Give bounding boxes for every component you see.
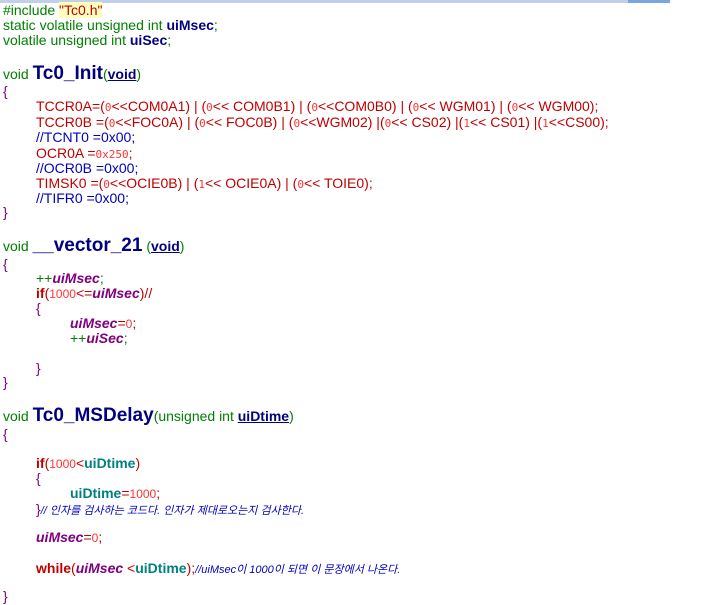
code-line-tcnt0-comment: //TCNT0 =0x00; <box>36 129 136 145</box>
code-line-brace-close: } <box>3 374 8 390</box>
code-line-brace-close: } <box>36 360 41 376</box>
code-line-brace-close: } <box>3 204 8 220</box>
code-editor[interactable]: #include "Tc0.h" static volatile unsigne… <box>0 0 720 605</box>
code-line-uisec-decl: volatile unsigned int uiSec; <box>3 32 172 48</box>
code-line-msdelay-signature: void Tc0_MSDelay(unsigned int uiDtime) <box>3 405 294 426</box>
code-line-if-1000-uimsec: if(1000<=uiMsec)// <box>36 285 153 301</box>
code-line-brace-close-comment: }// 인자를 검사하는 코드다. 인자가 제대로오는지 검사한다. <box>36 501 305 517</box>
code-line-tifr0-comment: //TIFR0 =0x00; <box>36 190 129 206</box>
code-line-brace-open: { <box>36 470 41 486</box>
code-line-tc0-init-signature: void Tc0_Init(void) <box>3 63 142 84</box>
code-line-brace-open: { <box>3 426 8 442</box>
code-line-if-1000-uidtime: if(1000<uiDtime) <box>36 455 141 471</box>
code-line-brace-open: { <box>36 300 41 316</box>
code-line-while-loop: while(uiMsec <uiDtime);//uiMsec이 1000이 되… <box>36 560 401 576</box>
code-line-brace-open: { <box>3 83 8 99</box>
code-line-vector21-signature: void __vector_21 (void) <box>3 235 185 256</box>
code-line-tccr0a: TCCR0A=(0<<COM0A1) | (0<< COM0B1) | (0<<… <box>36 98 599 114</box>
code-line-set-uidtime: uiDtime=1000; <box>70 485 161 501</box>
code-line-brace-close: } <box>3 588 8 604</box>
code-line-increment-uisec: ++uiSec; <box>70 330 128 346</box>
code-line-brace-open: { <box>3 256 8 272</box>
code-line-reset-uimsec: uiMsec=0; <box>36 529 103 545</box>
